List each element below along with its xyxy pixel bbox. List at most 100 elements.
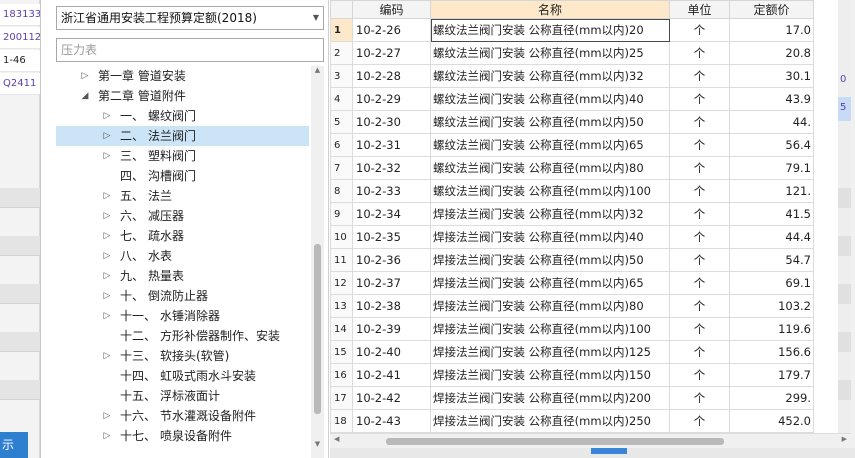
- cell-unit[interactable]: 个: [669, 317, 730, 341]
- cell-name[interactable]: 焊接法兰阀门安装 公称直径(mm以内)40: [430, 225, 670, 249]
- quota-library-select[interactable]: 浙江省通用安装工程预算定额(2018) ▼: [56, 6, 324, 30]
- column-header-unit[interactable]: 单位: [669, 0, 730, 19]
- cell-price[interactable]: 299.: [729, 386, 814, 410]
- tree-item[interactable]: 十四、 虹吸式雨水斗安装: [56, 366, 309, 386]
- tree-item[interactable]: ▷ 十七、 喷泉设备附件: [56, 426, 309, 446]
- cell-name[interactable]: 焊接法兰阀门安装 公称直径(mm以内)125: [430, 340, 670, 364]
- cell-price[interactable]: 43.9: [729, 87, 814, 111]
- cell-price[interactable]: 54.7: [729, 248, 814, 272]
- collapsed-caret-icon[interactable]: ▷: [80, 66, 90, 86]
- table-row[interactable]: 15 10-2-40 焊接法兰阀门安装 公称直径(mm以内)125 个 156.6: [330, 340, 814, 364]
- cell-unit[interactable]: 个: [669, 386, 730, 410]
- tree-item[interactable]: 十二、 方形补偿器制作、安装: [56, 326, 309, 346]
- table-row[interactable]: 5 10-2-30 螺纹法兰阀门安装 公称直径(mm以内)50 个 44.: [330, 110, 814, 134]
- cell-price[interactable]: 44.: [729, 110, 814, 134]
- cell-code[interactable]: 10-2-31: [352, 133, 431, 157]
- cell-unit[interactable]: 个: [669, 179, 730, 203]
- tree-item[interactable]: ▷ 六、 减压器: [56, 206, 309, 226]
- tree-item[interactable]: ▷ 七、 疏水器: [56, 226, 309, 246]
- cell-unit[interactable]: 个: [669, 340, 730, 364]
- scroll-down-icon[interactable]: ▼: [311, 440, 324, 452]
- grid-horizontal-scrollbar[interactable]: ◀ ▶: [330, 433, 851, 448]
- cell-unit[interactable]: 个: [669, 225, 730, 249]
- collapsed-caret-icon[interactable]: ▷: [102, 266, 112, 286]
- search-input[interactable]: [56, 38, 324, 62]
- cell-code[interactable]: 10-2-38: [352, 294, 431, 318]
- table-row[interactable]: 18 10-2-43 焊接法兰阀门安装 公称直径(mm以内)250 个 452.0: [330, 409, 814, 433]
- scroll-down-icon[interactable]: ▼: [851, 421, 855, 429]
- collapsed-caret-icon[interactable]: ▷: [102, 186, 112, 206]
- scroll-up-icon[interactable]: ▲: [311, 66, 324, 78]
- table-row[interactable]: 2 10-2-27 螺纹法兰阀门安装 公称直径(mm以内)25 个 20.8: [330, 41, 814, 65]
- cell-unit[interactable]: 个: [669, 133, 730, 157]
- tree-vertical-scrollbar[interactable]: ▲ ▼: [311, 66, 324, 458]
- collapsed-caret-icon[interactable]: ▷: [102, 346, 112, 366]
- table-row[interactable]: 6 10-2-31 螺纹法兰阀门安装 公称直径(mm以内)65 个 56.4: [330, 133, 814, 157]
- cell-price[interactable]: 156.6: [729, 340, 814, 364]
- cell-code[interactable]: 10-2-34: [352, 202, 431, 226]
- cell-price[interactable]: 30.1: [729, 64, 814, 88]
- cell-unit[interactable]: 个: [669, 41, 730, 65]
- table-row[interactable]: 11 10-2-36 焊接法兰阀门安装 公称直径(mm以内)50 个 54.7: [330, 248, 814, 272]
- cell-unit[interactable]: 个: [669, 64, 730, 88]
- cell-price[interactable]: 121.: [729, 179, 814, 203]
- cell-unit[interactable]: 个: [669, 294, 730, 318]
- cell-name[interactable]: 焊接法兰阀门安装 公称直径(mm以内)50: [430, 248, 670, 272]
- table-row[interactable]: 9 10-2-34 焊接法兰阀门安装 公称直径(mm以内)32 个 41.5: [330, 202, 814, 226]
- column-header-name[interactable]: 名称: [430, 0, 670, 19]
- expanded-caret-icon[interactable]: ◢: [80, 86, 90, 106]
- cell-code[interactable]: 10-2-26: [352, 18, 431, 42]
- table-row[interactable]: 1 10-2-26 螺纹法兰阀门安装 公称直径(mm以内)20 个 17.0: [330, 18, 814, 42]
- splitter-bar[interactable]: [330, 448, 855, 458]
- cell-price[interactable]: 79.1: [729, 156, 814, 180]
- cell-name[interactable]: 螺纹法兰阀门安装 公称直径(mm以内)25: [430, 41, 670, 65]
- cell-unit[interactable]: 个: [669, 18, 730, 42]
- cell-price[interactable]: 20.8: [729, 41, 814, 65]
- collapsed-caret-icon[interactable]: ▷: [102, 146, 112, 166]
- cell-name[interactable]: 焊接法兰阀门安装 公称直径(mm以内)80: [430, 294, 670, 318]
- tree-item[interactable]: 四、 沟槽阀门: [56, 166, 309, 186]
- cell-name[interactable]: 焊接法兰阀门安装 公称直径(mm以内)65: [430, 271, 670, 295]
- scrollbar-thumb[interactable]: [386, 438, 724, 445]
- cell-code[interactable]: 10-2-27: [352, 41, 431, 65]
- cell-price[interactable]: 56.4: [729, 133, 814, 157]
- cell-code[interactable]: 10-2-37: [352, 271, 431, 295]
- scroll-up-icon[interactable]: ▲: [851, 2, 855, 10]
- table-row[interactable]: 8 10-2-33 螺纹法兰阀门安装 公称直径(mm以内)100 个 121.: [330, 179, 814, 203]
- scroll-right-icon[interactable]: ▶: [842, 435, 847, 443]
- cell-name[interactable]: 螺纹法兰阀门安装 公称直径(mm以内)40: [430, 87, 670, 111]
- cell-unit[interactable]: 个: [669, 87, 730, 111]
- table-row[interactable]: 17 10-2-42 焊接法兰阀门安装 公称直径(mm以内)200 个 299.: [330, 386, 814, 410]
- table-row[interactable]: 16 10-2-41 焊接法兰阀门安装 公称直径(mm以内)150 个 179.7: [330, 363, 814, 387]
- cell-name[interactable]: 螺纹法兰阀门安装 公称直径(mm以内)50: [430, 110, 670, 134]
- cell-code[interactable]: 10-2-40: [352, 340, 431, 364]
- cell-name[interactable]: 焊接法兰阀门安装 公称直径(mm以内)150: [430, 363, 670, 387]
- tree-item[interactable]: 十五、 浮标液面计: [56, 386, 309, 406]
- cell-code[interactable]: 10-2-36: [352, 248, 431, 272]
- cell-code[interactable]: 10-2-32: [352, 156, 431, 180]
- cell-unit[interactable]: 个: [669, 156, 730, 180]
- cell-code[interactable]: 10-2-33: [352, 179, 431, 203]
- background-button[interactable]: 示: [0, 432, 28, 458]
- cell-code[interactable]: 10-2-28: [352, 64, 431, 88]
- tree-item[interactable]: ▷ 一、 螺纹阀门: [56, 106, 309, 126]
- cell-name[interactable]: 螺纹法兰阀门安装 公称直径(mm以内)65: [430, 133, 670, 157]
- cell-price[interactable]: 69.1: [729, 271, 814, 295]
- cell-price[interactable]: 17.0: [729, 18, 814, 42]
- table-row[interactable]: 14 10-2-39 焊接法兰阀门安装 公称直径(mm以内)100 个 119.6: [330, 317, 814, 341]
- cell-unit[interactable]: 个: [669, 271, 730, 295]
- cell-unit[interactable]: 个: [669, 110, 730, 134]
- tree-item[interactable]: ▷ 十、 倒流防止器: [56, 286, 309, 306]
- cell-price[interactable]: 119.6: [729, 317, 814, 341]
- cell-name[interactable]: 焊接法兰阀门安装 公称直径(mm以内)200: [430, 386, 670, 410]
- dropdown-arrow-icon[interactable]: ▼: [313, 7, 319, 29]
- tree-item[interactable]: ▷ 第一章 管道安装: [56, 66, 309, 86]
- cell-name[interactable]: 螺纹法兰阀门安装 公称直径(mm以内)100: [430, 179, 670, 203]
- table-row[interactable]: 7 10-2-32 螺纹法兰阀门安装 公称直径(mm以内)80 个 79.1: [330, 156, 814, 180]
- cell-code[interactable]: 10-2-29: [352, 87, 431, 111]
- collapsed-caret-icon[interactable]: ▷: [102, 286, 112, 306]
- cell-price[interactable]: 41.5: [729, 202, 814, 226]
- tree-item[interactable]: ▷ 十一、 水锤消除器: [56, 306, 309, 326]
- cell-unit[interactable]: 个: [669, 363, 730, 387]
- cell-code[interactable]: 10-2-43: [352, 409, 431, 433]
